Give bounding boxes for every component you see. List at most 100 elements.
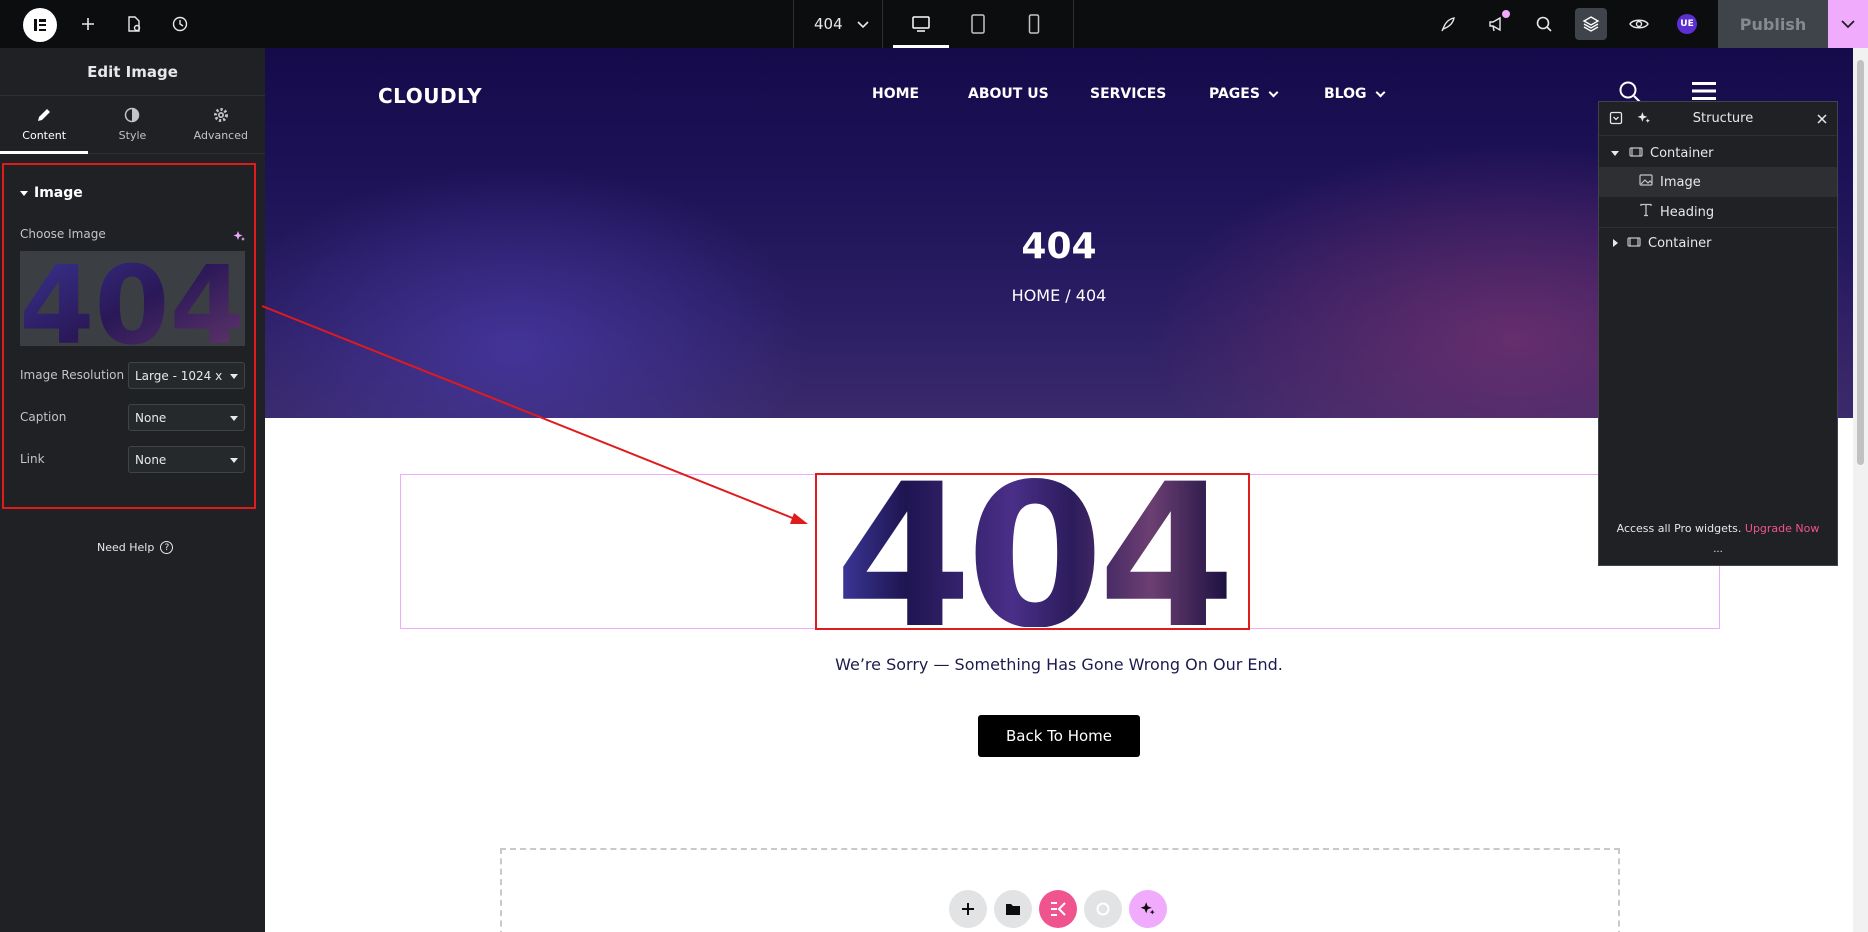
- structure-item-heading[interactable]: Heading: [1599, 197, 1837, 227]
- link-label: Link: [20, 452, 45, 466]
- link-select[interactable]: None: [128, 446, 245, 473]
- site-settings-rocket-icon[interactable]: [1436, 12, 1460, 36]
- error-message: We’re Sorry — Something Has Gone Wrong O…: [835, 655, 1283, 674]
- link-value: None: [135, 452, 167, 467]
- caret-down-icon: [230, 458, 238, 463]
- tab-style-label: Style: [118, 129, 147, 142]
- nav-about-us[interactable]: ABOUT US: [968, 86, 1049, 102]
- page-selector[interactable]: 404: [794, 0, 880, 48]
- structure-header: Structure: [1599, 102, 1837, 136]
- panel-title: Edit Image: [0, 48, 265, 96]
- page-settings-icon[interactable]: [122, 12, 146, 36]
- back-to-home-button[interactable]: Back To Home: [978, 715, 1140, 757]
- ai-sparkle-icon[interactable]: [233, 228, 246, 247]
- caret-right-icon[interactable]: [1613, 239, 1618, 247]
- help-circle-icon: ?: [160, 541, 174, 554]
- nav-services[interactable]: SERVICES: [1090, 86, 1166, 102]
- desktop-view-button[interactable]: [893, 0, 949, 48]
- image-icon: [1639, 174, 1653, 190]
- nav-blog[interactable]: BLOG: [1324, 86, 1385, 102]
- ai-sparkle-icon: [1140, 902, 1155, 915]
- nav-home-label: HOME: [872, 86, 920, 102]
- add-section-button[interactable]: [949, 890, 987, 928]
- search-icon[interactable]: [1532, 12, 1556, 36]
- caption-select[interactable]: None: [128, 404, 245, 431]
- upgrade-banner: Access all Pro widgets. Upgrade Now: [1599, 522, 1837, 535]
- add-element-icon[interactable]: [76, 12, 100, 36]
- chevron-down-icon: [1268, 87, 1279, 97]
- publish-button[interactable]: Publish: [1718, 0, 1828, 48]
- container-icon: [1627, 236, 1641, 251]
- structure-title: Structure: [1692, 111, 1754, 126]
- plus-icon: [962, 903, 974, 915]
- heading-t-icon: [1639, 203, 1653, 221]
- caret-down-icon[interactable]: [20, 191, 28, 196]
- page-name: 404: [814, 15, 843, 33]
- nav-home[interactable]: HOME: [872, 86, 919, 102]
- upgrade-text: Access all Pro widgets.: [1616, 522, 1742, 535]
- structure-item-label: Heading: [1660, 204, 1715, 220]
- caret-down-icon[interactable]: [1611, 150, 1619, 156]
- tablet-icon: [971, 14, 985, 34]
- selected-image-highlight: [815, 473, 1250, 630]
- tab-style[interactable]: Style: [88, 96, 176, 153]
- upgrade-now-link[interactable]: Upgrade Now: [1745, 522, 1819, 535]
- desktop-icon: [912, 16, 930, 32]
- structure-item-image[interactable]: Image: [1599, 167, 1837, 197]
- structure-item-container[interactable]: Container: [1599, 138, 1837, 168]
- resize-handle[interactable]: ...: [1599, 545, 1837, 555]
- tablet-view-button[interactable]: [950, 0, 1006, 48]
- panel-tabs: Content Style Advanced: [0, 96, 265, 154]
- nav-blog-label: BLOG: [1324, 86, 1367, 102]
- caret-down-icon: [230, 374, 238, 379]
- structure-item-label: Container: [1648, 235, 1712, 251]
- canvas-scrollbar-thumb[interactable]: [1857, 60, 1864, 465]
- nav-services-label: SERVICES: [1090, 86, 1167, 102]
- structure-panel: Structure Container Image Heading Contai…: [1598, 101, 1838, 566]
- section-title-image[interactable]: Image: [34, 185, 83, 201]
- nav-about-label: ABOUT US: [968, 86, 1049, 102]
- elementor-logo-icon[interactable]: [23, 8, 57, 42]
- notification-dot: [1502, 10, 1510, 18]
- chevron-down-icon: [1375, 87, 1385, 97]
- pencil-icon: [36, 107, 52, 125]
- ai-generate-button[interactable]: [1129, 890, 1167, 928]
- gear-icon: [213, 107, 229, 125]
- tab-advanced-label: Advanced: [193, 129, 248, 142]
- nav-pages-label: PAGES: [1209, 86, 1260, 102]
- structure-item-label: Image: [1660, 174, 1701, 190]
- history-icon[interactable]: [168, 12, 192, 36]
- edit-panel: Edit Image Content Style Advanced Image …: [0, 48, 265, 932]
- layers-icon: [1579, 12, 1603, 36]
- need-help-link[interactable]: Need Help ?: [97, 541, 174, 554]
- structure-item-container-2[interactable]: Container: [1599, 228, 1837, 258]
- thumbnail-404-text: 404: [20, 251, 245, 346]
- mobile-view-button[interactable]: [1006, 0, 1062, 48]
- refresh-icon: [1096, 902, 1110, 916]
- caption-label: Caption: [20, 410, 67, 424]
- collapse-all-icon[interactable]: [1609, 111, 1623, 129]
- image-thumbnail[interactable]: 404: [20, 251, 245, 346]
- user-avatar[interactable]: UE: [1677, 14, 1697, 34]
- close-icon[interactable]: [1817, 113, 1827, 128]
- tab-content[interactable]: Content: [0, 96, 89, 154]
- elementskit-button[interactable]: [1039, 890, 1077, 928]
- mobile-icon: [1028, 14, 1040, 34]
- ai-loop-button[interactable]: [1084, 890, 1122, 928]
- publish-options-button[interactable]: [1828, 0, 1868, 48]
- nav-pages[interactable]: PAGES: [1209, 86, 1279, 102]
- ai-sparkle-icon[interactable]: [1637, 111, 1651, 129]
- folder-icon: [1006, 904, 1020, 915]
- chevron-down-icon: [857, 15, 869, 33]
- image-resolution-select[interactable]: Large - 1024 x 1024: [128, 362, 245, 389]
- tab-content-label: Content: [22, 129, 67, 142]
- image-resolution-label: Image Resolution: [20, 368, 125, 382]
- image-resolution-value: Large - 1024 x 1024: [135, 368, 227, 383]
- add-template-button[interactable]: [994, 890, 1032, 928]
- structure-item-label: Container: [1650, 145, 1714, 161]
- tab-advanced[interactable]: Advanced: [177, 96, 265, 153]
- contrast-icon: [124, 107, 140, 125]
- chevron-down-icon: [1841, 19, 1855, 28]
- site-logo[interactable]: CLOUDLY: [378, 84, 482, 108]
- preview-eye-icon[interactable]: [1627, 12, 1651, 36]
